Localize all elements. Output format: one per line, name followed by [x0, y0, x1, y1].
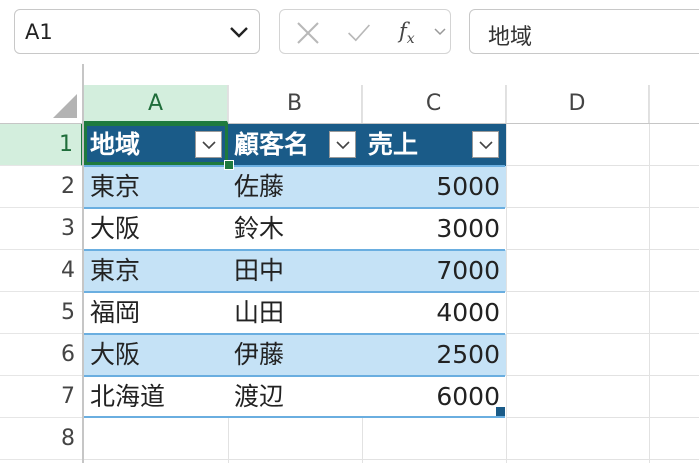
table-cell[interactable]: 4000 [362, 292, 506, 334]
row-header-4[interactable]: 4 [0, 250, 83, 292]
column-header-a[interactable]: A [84, 85, 228, 123]
row-header-2[interactable]: 2 [0, 166, 83, 208]
column-header-b[interactable]: B [228, 85, 362, 123]
filter-dropdown-button[interactable] [472, 131, 499, 158]
table-row-border [84, 333, 505, 335]
formula-buttons: fx [279, 9, 451, 54]
chevron-down-icon[interactable] [434, 27, 446, 37]
table-cell[interactable]: 6000 [362, 376, 506, 418]
gridline [649, 85, 650, 463]
table-row-border [84, 249, 505, 251]
column-header-d[interactable]: D [506, 85, 649, 123]
table-cell[interactable]: 田中 [228, 250, 362, 292]
formula-content: 地域 [488, 25, 533, 50]
table-cell[interactable]: 5000 [362, 166, 506, 208]
table-row-border [84, 207, 505, 209]
insert-function-icon[interactable]: fx [399, 19, 415, 47]
table-row-border [84, 416, 505, 418]
fill-handle[interactable] [224, 160, 234, 170]
select-all-corner[interactable] [0, 85, 83, 123]
chevron-down-icon [479, 141, 493, 150]
row-header-8[interactable]: 8 [0, 418, 83, 460]
table-cell[interactable]: 3000 [362, 208, 506, 250]
row-header-5[interactable]: 5 [0, 292, 83, 334]
table-row-border [84, 291, 505, 293]
table-cell[interactable]: 山田 [228, 292, 362, 334]
column-header-c[interactable]: C [362, 85, 506, 123]
table-cell[interactable]: 大阪 [84, 334, 228, 376]
table-cell[interactable]: 福岡 [84, 292, 228, 334]
row-header-3[interactable]: 3 [0, 208, 83, 250]
table-cell[interactable]: 東京 [84, 166, 228, 208]
row-header-6[interactable]: 6 [0, 334, 83, 376]
gridline [506, 85, 507, 463]
active-cell-border [84, 123, 228, 165]
table-row-border [84, 165, 505, 167]
table-cell[interactable]: 2500 [362, 334, 506, 376]
table-cell[interactable]: 鈴木 [228, 208, 362, 250]
name-box[interactable]: A1 [14, 9, 260, 54]
formula-input[interactable]: 地域 [469, 9, 699, 54]
row-header-1[interactable]: 1 [0, 124, 83, 166]
cancel-icon[interactable] [296, 21, 320, 45]
table-cell[interactable]: 佐藤 [228, 166, 362, 208]
select-all-triangle-icon [53, 94, 77, 118]
enter-check-icon[interactable] [347, 21, 371, 45]
header-label-customer: 顧客名 [234, 130, 310, 159]
chevron-down-icon [336, 141, 350, 150]
table-resize-handle[interactable] [496, 407, 505, 416]
filter-dropdown-button[interactable] [329, 131, 356, 158]
table-cell[interactable]: 伊藤 [228, 334, 362, 376]
chevron-down-icon[interactable] [228, 24, 250, 40]
table-cell[interactable]: 東京 [84, 250, 228, 292]
row-header-7[interactable]: 7 [0, 376, 83, 418]
table-cell[interactable]: 渡辺 [228, 376, 362, 418]
name-box-value: A1 [25, 20, 53, 44]
gridline [83, 459, 699, 460]
table-cell[interactable]: 大阪 [84, 208, 228, 250]
table-cell[interactable]: 7000 [362, 250, 506, 292]
header-label-sales: 売上 [368, 130, 419, 159]
table-row-border [84, 375, 505, 377]
table-cell[interactable]: 北海道 [84, 376, 228, 418]
